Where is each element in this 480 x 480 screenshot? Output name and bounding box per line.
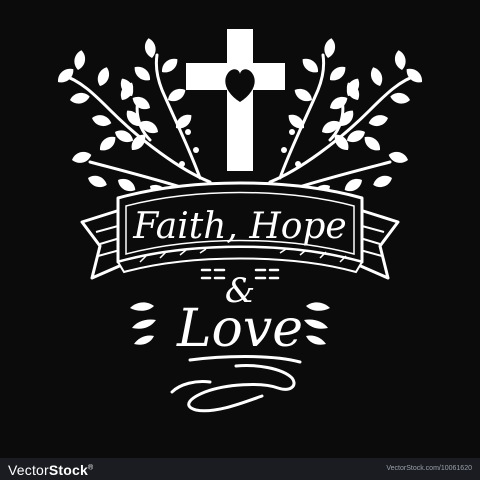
- ribbon-banner: Faith, Hope: [80, 181, 400, 280]
- watermark-bar: VectorStock® VectorStock.com/10061620: [0, 458, 480, 480]
- brand-light-text: Vector: [8, 462, 49, 478]
- leaf-accent-left: [130, 302, 156, 345]
- olive-branch-icon-right: [268, 37, 426, 201]
- registered-mark: ®: [88, 464, 94, 472]
- brand-bold-text: Stock: [48, 462, 89, 478]
- title-line-faith-hope: Faith, Hope: [132, 206, 346, 247]
- artwork-canvas: Faith, Hope & Love VectorStock® VectorSt…: [0, 0, 480, 480]
- faith-hope-love-illustration: Faith, Hope & Love: [54, 29, 426, 413]
- cross-icon: [186, 29, 285, 171]
- watermark-id-text: VectorStock.com/10061620: [386, 465, 472, 472]
- flourish-icon: [170, 355, 302, 413]
- leaf-accent-right: [304, 302, 330, 345]
- title-line-love: Love: [176, 299, 303, 359]
- brand-logo: VectorStock®: [8, 462, 93, 478]
